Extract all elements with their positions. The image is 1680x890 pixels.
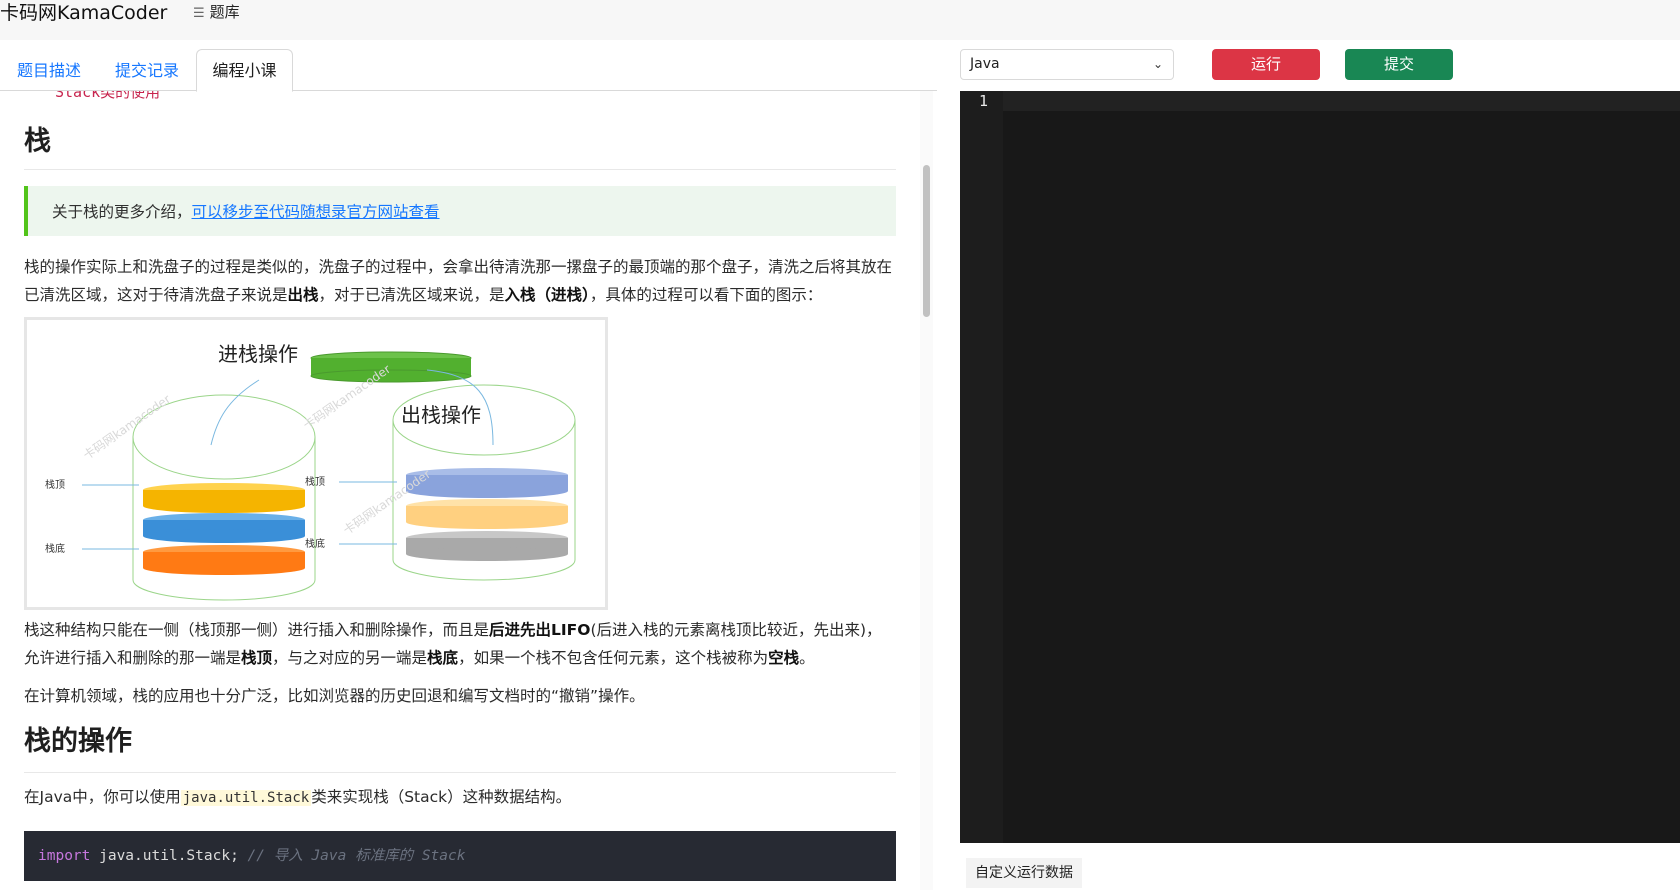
label-bottom-left: 栈底 [45,542,65,555]
tab-lesson[interactable]: 编程小课 [196,49,293,92]
language-select[interactable]: Java ⌄ [960,49,1174,80]
run-button[interactable]: 运行 [1212,49,1320,80]
label-top-right: 栈顶 [305,475,325,488]
nav-problem-library-label: 题库 [209,3,240,21]
info-note: 关于栈的更多介绍，可以移步至代码随想录官方网站查看 [24,186,896,236]
editor-gutter: 1 [960,91,1003,843]
watermark: 卡码网kamacoder [81,392,173,463]
divider [24,169,896,170]
heading-stack: 栈 [24,126,51,157]
stack-diagram: 进栈操作 栈顶 栈底 出栈操作 栈顶 栈底 卡码网kamacoder 卡码网ka… [45,342,576,601]
note-text: 关于栈的更多介绍，可以移步至代码随想录官方网站查看 [52,203,440,221]
paragraph-lifo: 栈这种结构只能在一侧（栈顶那一侧）进行插入和删除操作，而且是后进先出LIFO(后… [24,621,882,667]
tab-submissions[interactable]: 提交记录 [115,50,179,91]
chevron-down-icon: ⌄ [1152,57,1163,71]
code-block: import java.util.Stack; // 导入 Java 标准库的 … [24,831,896,881]
submit-button[interactable]: 提交 [1345,49,1453,80]
pop-title: 出栈操作 [401,403,481,427]
menu-icon: ☰ [193,6,205,21]
scrollbar-thumb[interactable] [923,165,930,317]
content-tabs: 题目描述 提交记录 编程小课 [0,40,937,92]
nav-problem-library[interactable]: ☰ 题库 [193,1,240,25]
inline-code: java.util.Stack [180,790,312,806]
cut-off-text: Stack类的使用 [55,91,161,101]
tab-description[interactable]: 题目描述 [17,50,81,91]
label-bottom-right: 栈底 [305,537,325,550]
custom-run-data-button[interactable]: 自定义运行数据 [966,858,1082,888]
code-editor[interactable]: 1 [960,91,1680,843]
lesson-content[interactable]: Stack类的使用 栈 关于栈的更多介绍，可以移步至代码随想录官方网站查看 栈的… [0,91,920,890]
heading-stack-ops: 栈的操作 [24,726,132,757]
note-link[interactable]: 可以移步至代码随想录官方网站查看 [192,203,440,221]
language-value: Java [970,56,1000,72]
stack-diagram-image: 进栈操作 栈顶 栈底 出栈操作 栈顶 栈底 卡码网kamacoder 卡码网ka… [24,317,608,610]
paragraph-applications: 在计算机领域，栈的应用也十分广泛，比如浏览器的历史回退和编写文档时的“撤销”操作… [24,687,645,705]
top-nav: 卡码网KamaCoder ☰ 题库 [0,0,1680,40]
push-title: 进栈操作 [218,342,298,366]
line-number: 1 [979,92,989,110]
divider [24,772,896,773]
editor-active-line[interactable] [1003,91,1680,111]
label-top-left: 栈顶 [45,478,65,491]
paragraph-java: 在Java中，你可以使用 java.util.Stack 类来实现栈（Stack）这… [24,788,572,806]
paragraph-intro: 栈的操作实际上和洗盘子的过程是类似的，洗盘子的过程中，会拿出待清洗那一摞盘子的最… [24,258,893,304]
brand-logo[interactable]: 卡码网KamaCoder [0,0,167,26]
